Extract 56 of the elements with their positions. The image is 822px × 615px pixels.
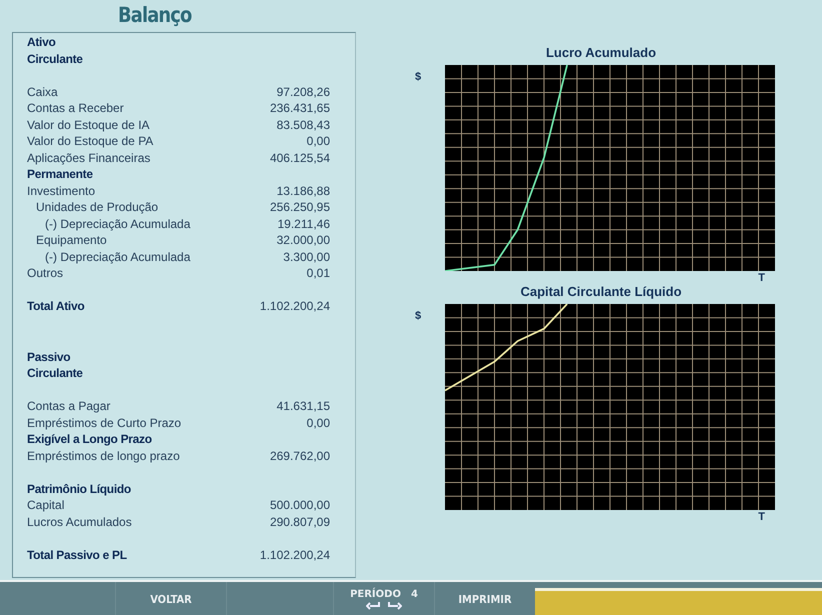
account-value: 1.102.200,24 (258, 298, 330, 314)
account-value: 0,00 (306, 414, 330, 431)
axis-label: $ (414, 310, 422, 322)
account-label: Caixa (27, 84, 59, 100)
account-label: Exigível a Longo Prazo (27, 431, 153, 448)
previous-period-icon[interactable] (366, 602, 380, 610)
account-label: Ativo (27, 34, 57, 50)
axis-label: T (758, 511, 765, 523)
account-value: 32.000,00 (276, 232, 330, 248)
account-value: 236.431,65 (268, 100, 330, 116)
account-label: Outros (27, 265, 64, 282)
account-label: Aplicações Financeiras (27, 150, 152, 166)
print-button[interactable]: IMPRIMIR (435, 582, 535, 615)
account-value: 0,01 (306, 265, 330, 282)
account-value: 406.125,54 (268, 150, 330, 166)
axis-label: T (758, 272, 765, 284)
account-label: Circulante (27, 50, 84, 67)
account-label: Patrimônio Líquido (27, 480, 132, 497)
account-value: 1.102.200,24 (258, 546, 330, 563)
account-value: 3.300,00 (282, 248, 330, 265)
account-value: 500.000,00 (268, 497, 330, 514)
account-value: 97.208,26 (276, 84, 330, 100)
account-value: 19.211,46 (276, 216, 330, 232)
account-label: Empréstimos de longo prazo (27, 448, 180, 464)
account-label: Lucros Acumulados (27, 514, 133, 530)
account-label: Passivo (27, 348, 72, 365)
chart-title: Lucro Acumulado (546, 45, 656, 60)
next-period-icon[interactable] (388, 602, 402, 610)
account-label: Permanente (27, 166, 94, 182)
account-value: 0,00 (306, 133, 330, 150)
account-value: 290.807,09 (268, 514, 330, 530)
page-title: Balanço (118, 2, 192, 29)
account-label: Capital (27, 497, 66, 514)
account-label: (-) Depreciação Acumulada (44, 248, 190, 265)
back-button[interactable]: VOLTAR (116, 582, 226, 615)
account-value: 13.186,88 (276, 182, 330, 199)
period-value: 4 (410, 589, 418, 600)
account-label: Contas a Receber (27, 100, 125, 116)
account-label: Valor do Estoque de PA (27, 133, 154, 150)
account-label: Valor do Estoque de IA (27, 116, 151, 133)
account-value: 41.631,15 (276, 398, 330, 414)
chart-title: Capital Circulante Líquido (520, 284, 682, 299)
account-label: Total Ativo (27, 298, 86, 314)
account-label: Investimento (27, 182, 96, 199)
account-value: 256.250,95 (268, 199, 330, 216)
account-label: Empréstimos de Curto Prazo (27, 414, 182, 431)
period-label: PERÍODO (350, 589, 401, 600)
account-label: Circulante (27, 365, 84, 382)
account-value: 83.508,43 (276, 116, 330, 133)
account-value: 269.762,00 (268, 448, 330, 464)
account-label: Unidades de Produção (35, 199, 160, 216)
account-label: Equipamento (35, 232, 108, 248)
account-label: Contas a Pagar (27, 398, 112, 414)
account-label: (-) Depreciação Acumulada (44, 216, 190, 232)
axis-label: $ (414, 71, 422, 83)
account-label: Total Passivo e PL (27, 546, 128, 563)
